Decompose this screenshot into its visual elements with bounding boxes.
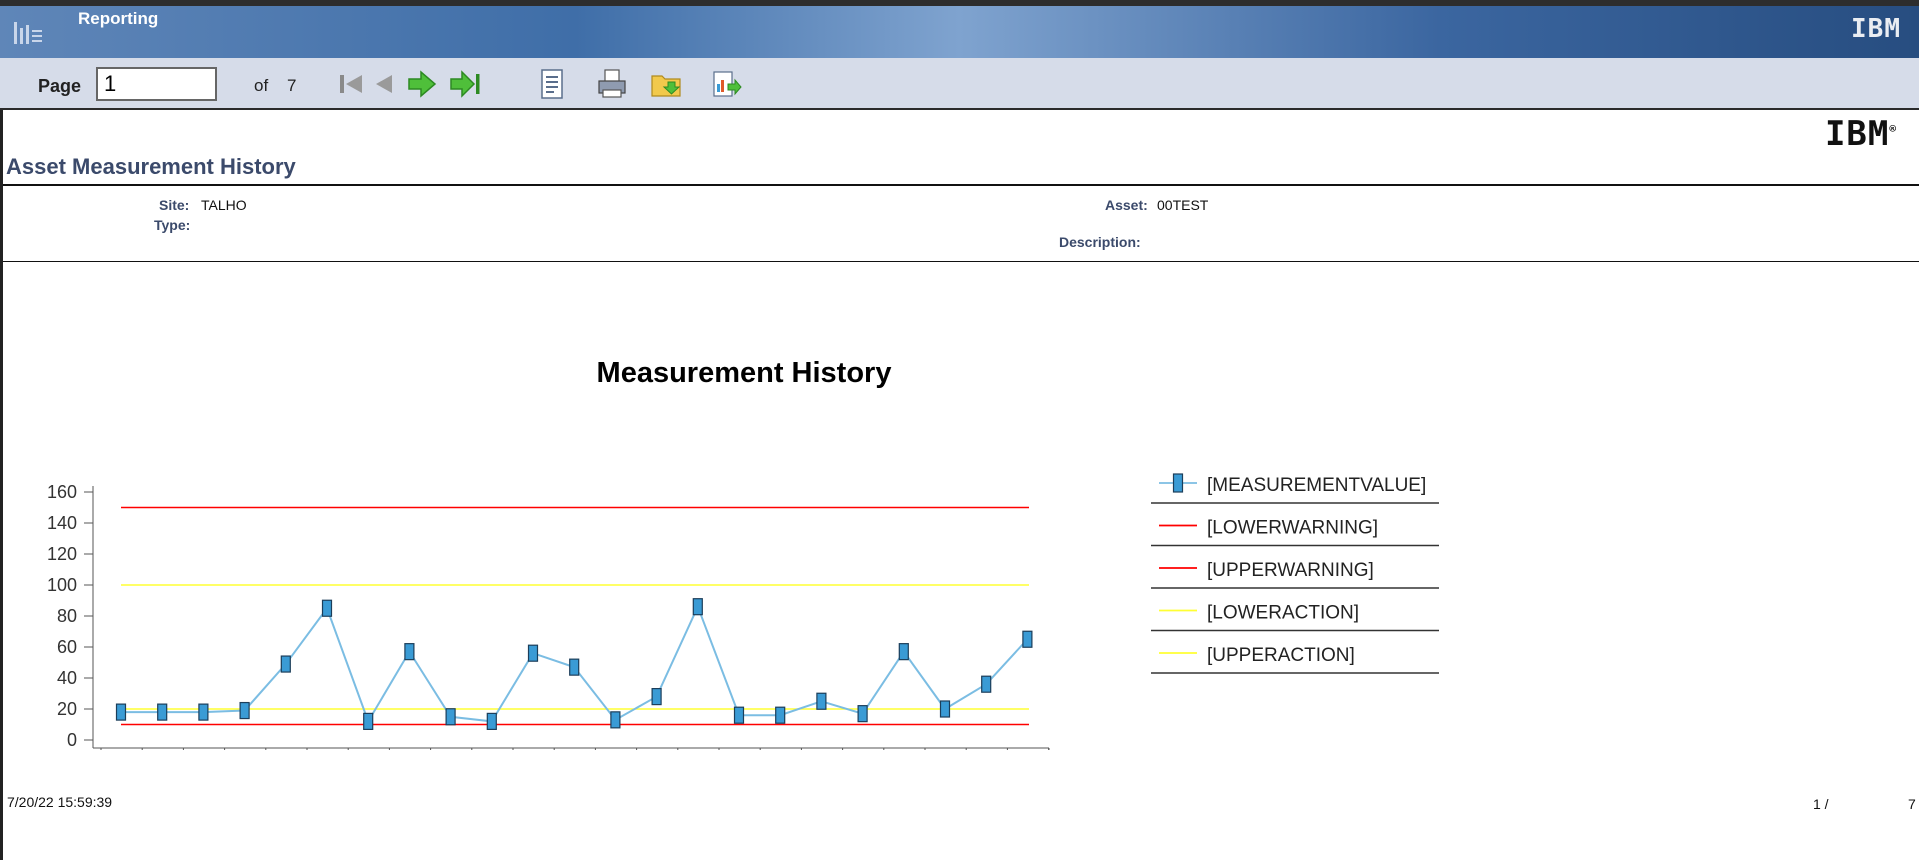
- y-tick-label: 40: [57, 668, 77, 688]
- first-page-icon[interactable]: [334, 66, 370, 102]
- data-point: [527, 644, 539, 662]
- viewer-toolbar: Page of 7: [0, 58, 1919, 110]
- y-tick-label: 20: [57, 699, 77, 719]
- data-point: [157, 703, 168, 721]
- data-point: [486, 712, 497, 730]
- description-label: Description:: [1059, 234, 1141, 250]
- y-tick-label: 0: [67, 730, 77, 750]
- legend-label: [UPPERWARNING]: [1207, 560, 1374, 581]
- legend-label: [LOWERWARNING]: [1207, 518, 1378, 539]
- data-point: [816, 692, 827, 710]
- y-tick-label: 140: [47, 513, 77, 533]
- of-label: of: [254, 76, 269, 95]
- app-banner: Reporting IBM: [0, 0, 1919, 58]
- legend-swatch-marker: [1172, 473, 1184, 493]
- data-point: [610, 711, 621, 729]
- ibm-logo: IBM: [1851, 14, 1901, 44]
- data-point: [692, 598, 703, 616]
- type-label: Type:: [154, 217, 191, 233]
- chart-title: Measurement History: [597, 357, 892, 389]
- app-title: Reporting: [78, 9, 159, 28]
- asset-value: 00TEST: [1157, 197, 1209, 213]
- previous-page-icon[interactable]: [366, 66, 402, 102]
- data-point: [363, 712, 374, 730]
- toc-icon[interactable]: [534, 66, 570, 102]
- data-point: [115, 703, 127, 721]
- title-divider: [3, 184, 1919, 186]
- export-report-icon[interactable]: [708, 66, 744, 102]
- report-logo-text: IBM: [1824, 114, 1890, 154]
- y-tick-label: 60: [57, 637, 77, 657]
- data-point: [569, 658, 580, 676]
- data-point: [280, 655, 291, 673]
- data-point: [1022, 630, 1033, 648]
- y-tick-label: 80: [57, 606, 77, 626]
- legend-label: [UPPERACTION]: [1207, 645, 1355, 666]
- data-point: [239, 701, 250, 720]
- print-icon[interactable]: [594, 66, 630, 102]
- next-page-icon[interactable]: [403, 66, 439, 102]
- site-value: TALHO: [201, 197, 247, 213]
- y-tick-label: 100: [47, 575, 77, 595]
- footer-datetime: 7/20/22 15:59:39: [7, 794, 113, 810]
- asset-label: Asset:: [1105, 197, 1148, 213]
- footer-page: 1 /: [1813, 796, 1829, 812]
- report-title: Asset Measurement History: [6, 154, 296, 179]
- data-point: [445, 708, 456, 726]
- x-axis: 7/20/22, 2:55 PM7/20/22, 2:55 PM7/20/22,…: [93, 747, 1050, 750]
- report-page: IBM® Asset Measurement History Site: TAL…: [0, 110, 1919, 860]
- page-label: Page: [38, 76, 82, 96]
- data-point: [404, 643, 415, 661]
- data-point: [651, 688, 662, 706]
- legend-label: [MEASUREMENTVALUE]: [1207, 475, 1426, 496]
- data-point: [775, 706, 786, 724]
- y-tick-label: 160: [47, 482, 77, 502]
- legend-label: [LOWERACTION]: [1207, 603, 1359, 624]
- page-number-input[interactable]: [96, 67, 217, 101]
- data-point: [321, 599, 333, 617]
- report-app-icon: [14, 22, 42, 44]
- report-ibm-logo: IBM®: [1824, 114, 1897, 154]
- y-axis: 0 20 40 60 80 100 120 140 160: [47, 482, 94, 750]
- reference-lines: [121, 506, 1029, 726]
- chart-legend: [MEASUREMENTVALUE] [LOWERWARNING] [UPPERWA…: [1151, 473, 1439, 674]
- data-point: [733, 706, 745, 724]
- site-label: Site:: [159, 197, 190, 213]
- footer-total: 7: [1908, 796, 1916, 812]
- last-page-icon[interactable]: [447, 66, 483, 102]
- measurement-history-chart: Measurement History 0 20 40 60 80 100 120 140 16…: [47, 357, 1439, 750]
- data-point: [939, 700, 951, 718]
- export-icon[interactable]: [648, 66, 684, 102]
- total-pages: 7: [287, 76, 297, 95]
- data-point: [198, 703, 209, 721]
- y-tick-label: 120: [47, 544, 77, 564]
- data-point: [898, 643, 909, 661]
- data-point: [857, 705, 868, 723]
- data-point: [981, 675, 992, 693]
